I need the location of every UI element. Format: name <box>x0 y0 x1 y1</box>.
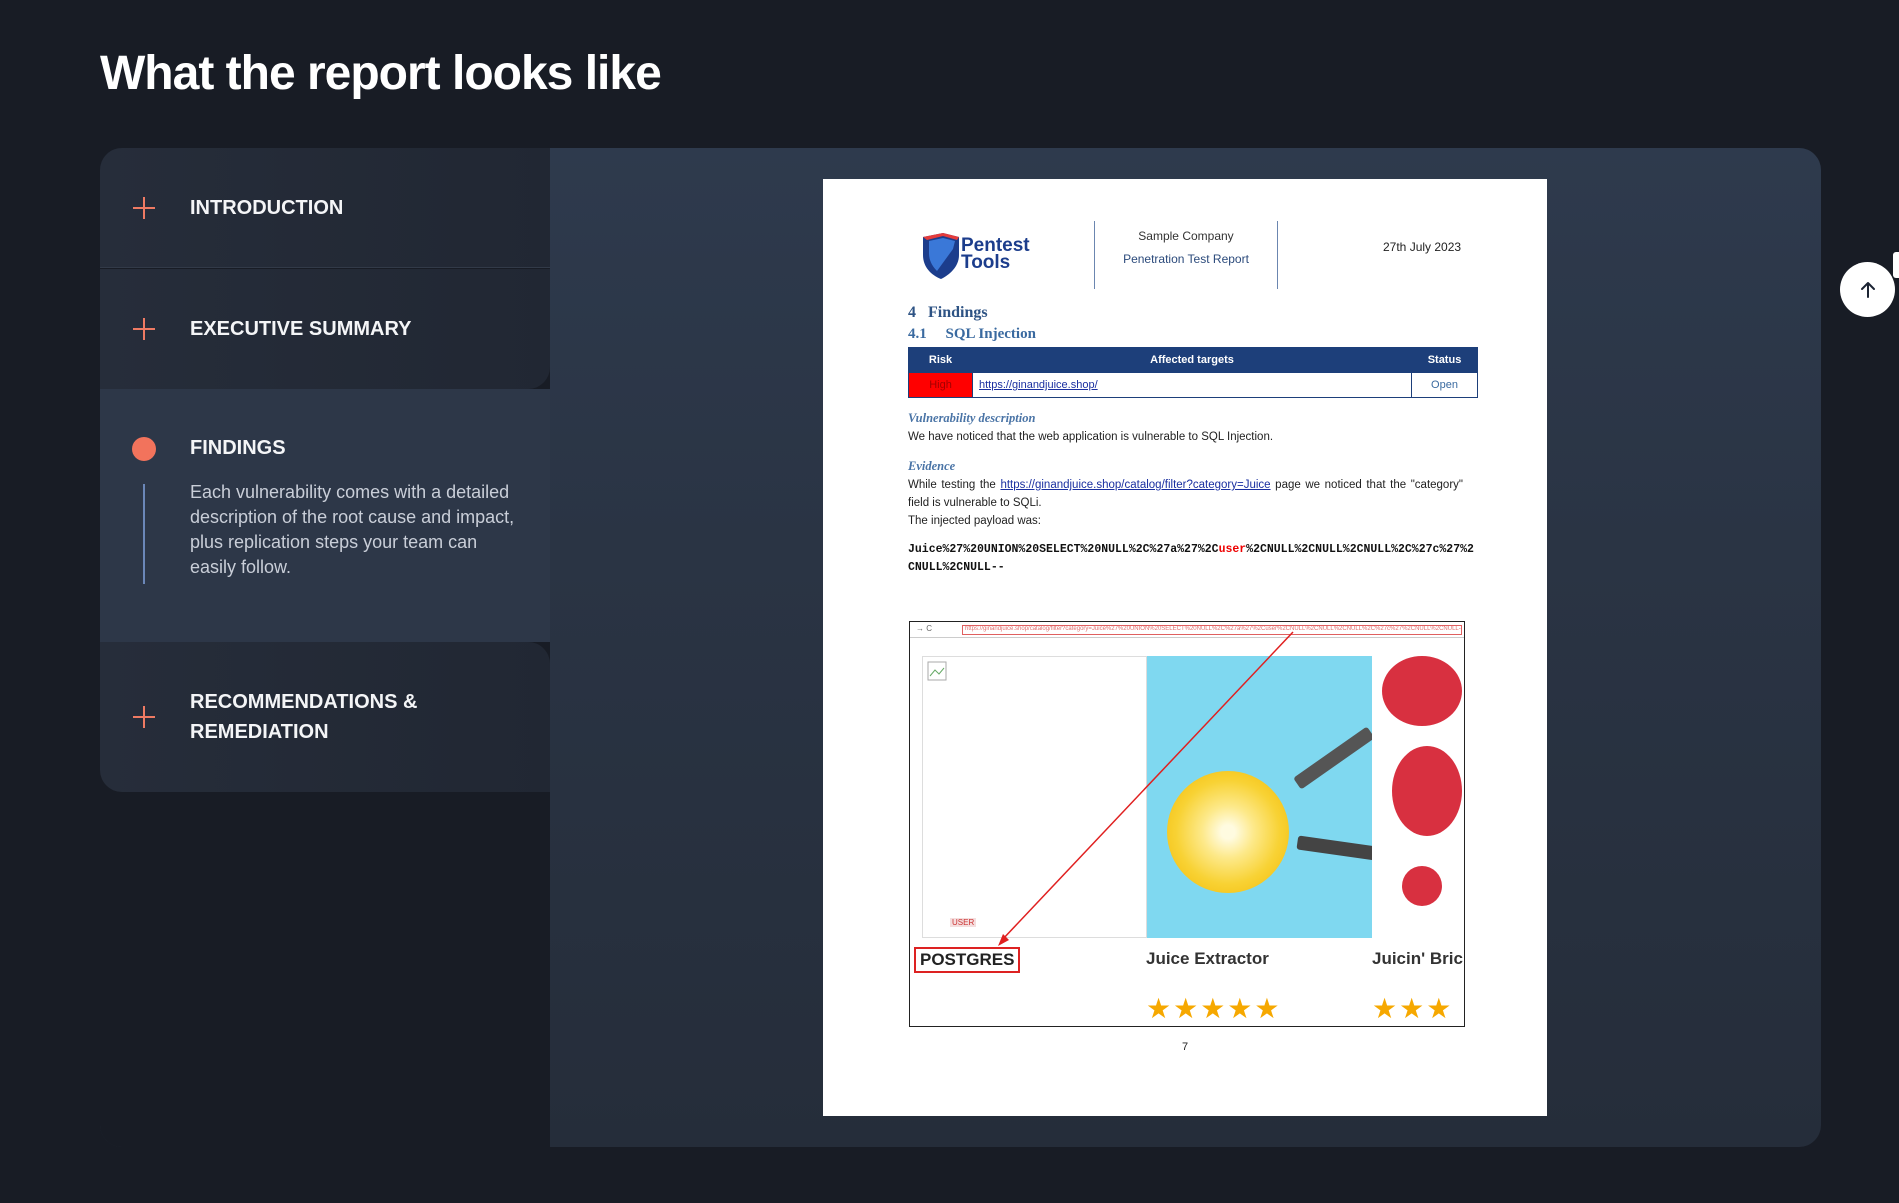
accordion-item-findings[interactable]: FINDINGS Each vulnerability comes with a… <box>100 389 550 642</box>
accordion-item-recommendations[interactable]: RECOMMENDATIONS & REMEDIATION <box>100 642 550 792</box>
table-header: Affected targets <box>972 347 1412 373</box>
report-preview-panel: INTRODUCTION EXECUTIVE SUMMARY FINDINGS … <box>100 148 1821 1147</box>
report-company: Sample Company <box>1138 229 1234 243</box>
rating-stars: ★★★★★ <box>1146 994 1282 1025</box>
evidence-screenshot: → C https://ginandjuice.shop/catalog/fil… <box>909 621 1465 1027</box>
accordion-label: FINDINGS <box>190 437 286 459</box>
accordion-label: INTRODUCTION <box>190 197 344 219</box>
subsection-heading: 4.1 SQL Injection <box>908 326 1036 342</box>
page-number: 7 <box>1181 1041 1189 1053</box>
scrollbar-handle[interactable] <box>1893 252 1899 278</box>
result-label: POSTGRES <box>914 947 1021 973</box>
accordion-item-executive-summary[interactable]: EXECUTIVE SUMMARY <box>100 269 550 389</box>
page-title: What the report looks like <box>100 47 662 100</box>
header-divider <box>1277 221 1278 289</box>
table-header: Risk <box>908 347 973 373</box>
section-heading: 4 Findings <box>908 304 988 321</box>
product-name: Juicin' Bric <box>1372 949 1463 968</box>
table-row: High https://ginandjuice.shop/ Open <box>908 372 1478 398</box>
product-name: Juice Extractor <box>1146 949 1269 968</box>
accordion-label: RECOMMENDATIONS & REMEDIATION <box>190 691 418 743</box>
accordion-label: EXECUTIVE SUMMARY <box>190 318 412 340</box>
logo-text: Pentest Tools <box>961 235 1030 273</box>
plus-icon <box>133 197 155 219</box>
risk-table: Risk Affected targets Status High https:… <box>908 347 1478 398</box>
dot-icon <box>132 437 156 461</box>
report-name: Penetration Test Report <box>1123 252 1249 266</box>
risk-cell: High <box>908 372 973 398</box>
report-date: 27th July 2023 <box>1383 240 1462 254</box>
user-tag: USER <box>950 918 977 927</box>
evidence-link[interactable]: https://ginandjuice.shop/catalog/filter?… <box>1000 479 1270 491</box>
payload-intro: The injected payload was: <box>908 515 1041 527</box>
table-header: Status <box>1411 347 1478 373</box>
payload-code: Juice%27%20UNION%20SELECT%20NULL%2C%27a%… <box>908 543 1474 574</box>
plus-icon <box>133 706 155 728</box>
report-sections-accordion: INTRODUCTION EXECUTIVE SUMMARY FINDINGS … <box>100 148 550 1147</box>
accordion-progress-line <box>143 484 145 584</box>
scroll-to-top-button[interactable] <box>1840 262 1895 317</box>
report-page-preview: Pentest Tools Sample Company Penetration… <box>823 179 1547 1116</box>
rating-stars: ★★★ <box>1372 994 1454 1025</box>
arrow-up-icon <box>1860 281 1875 298</box>
accordion-item-introduction[interactable]: INTRODUCTION <box>100 148 550 268</box>
accordion-description: Each vulnerability comes with a detailed… <box>190 482 515 577</box>
target-link[interactable]: https://ginandjuice.shop/ <box>972 372 1412 398</box>
status-cell: Open <box>1411 372 1478 398</box>
vuln-text: We have noticed that the web application… <box>908 431 1274 443</box>
evidence-heading: Evidence <box>908 459 956 473</box>
evidence-text: While testing the https://ginandjuice.sh… <box>908 479 1463 509</box>
plus-icon <box>133 318 155 340</box>
vuln-heading: Vulnerability description <box>908 411 1036 425</box>
